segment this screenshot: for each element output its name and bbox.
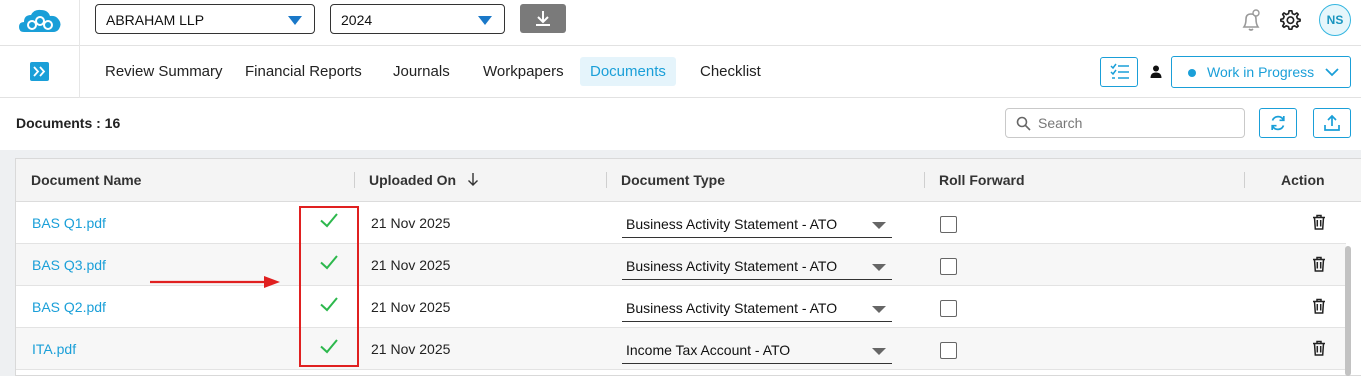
client-select[interactable]: ABRAHAM LLP (95, 4, 315, 34)
gear-icon[interactable] (1279, 9, 1301, 31)
caret-down-icon (872, 306, 886, 313)
roll-forward-checkbox[interactable] (940, 342, 957, 359)
expand-sidebar-button[interactable] (30, 62, 49, 81)
document-link[interactable]: BAS Q3.pdf (32, 257, 106, 273)
document-type-select[interactable]: Business Activity Statement - ATO (622, 294, 892, 322)
tab-checklist[interactable]: Checklist (690, 57, 771, 86)
trash-icon[interactable] (1312, 298, 1326, 314)
document-type-select[interactable]: Business Activity Statement - ATO (622, 252, 892, 280)
uploaded-date: 21 Nov 2025 (371, 215, 451, 231)
top-bar: ABRAHAM LLP 2024 NS (0, 0, 1361, 46)
document-type-value: Business Activity Statement - ATO (626, 216, 838, 232)
search-icon (1016, 116, 1031, 131)
annotation-highlight-box (299, 206, 359, 367)
table-scrollbar[interactable] (1345, 246, 1351, 376)
documents-table: Document Name Uploaded On Document Type … (15, 158, 1361, 376)
uploaded-date: 21 Nov 2025 (371, 299, 451, 315)
nav-toggle-cell (0, 46, 80, 98)
column-header-roll-forward[interactable]: Roll Forward (939, 172, 1025, 188)
trash-icon[interactable] (1312, 214, 1326, 230)
tab-journals[interactable]: Journals (383, 57, 460, 86)
status-dot-icon (1188, 69, 1196, 77)
documents-count: Documents : 16 (16, 115, 121, 131)
refresh-icon (1271, 115, 1285, 131)
year-select-value: 2024 (341, 12, 373, 28)
uploaded-date: 21 Nov 2025 (371, 257, 451, 273)
tab-documents[interactable]: Documents (580, 57, 676, 86)
tab-financial-reports[interactable]: Financial Reports (235, 57, 372, 86)
table-header: Document Name Uploaded On Document Type … (16, 159, 1361, 202)
column-header-document-type[interactable]: Document Type (621, 172, 725, 188)
sort-arrow-down-icon[interactable] (467, 172, 479, 187)
column-divider (606, 172, 607, 188)
column-header-action: Action (1281, 172, 1325, 188)
status-select-value: Work in Progress (1207, 64, 1315, 80)
caret-down-icon (872, 264, 886, 271)
checklist-button[interactable] (1100, 57, 1138, 87)
document-link[interactable]: BAS Q1.pdf (32, 215, 106, 231)
search-box (1005, 108, 1245, 138)
column-divider (1244, 172, 1245, 188)
trash-icon[interactable] (1312, 256, 1326, 272)
trash-icon[interactable] (1312, 340, 1326, 356)
client-select-value: ABRAHAM LLP (106, 12, 205, 28)
document-type-select[interactable]: Business Activity Statement - ATO (622, 210, 892, 238)
tab-review-summary[interactable]: Review Summary (95, 57, 233, 86)
tab-workpapers[interactable]: Workpapers (473, 57, 574, 86)
uploaded-date: 21 Nov 2025 (371, 341, 451, 357)
document-type-value: Business Activity Statement - ATO (626, 258, 838, 274)
cloud-logo-icon[interactable] (18, 8, 62, 36)
chevron-down-icon (1325, 68, 1339, 77)
document-type-select[interactable]: Income Tax Account - ATO (622, 336, 892, 364)
caret-down-icon (872, 348, 886, 355)
document-type-value: Income Tax Account - ATO (626, 342, 791, 358)
user-avatar[interactable]: NS (1319, 4, 1351, 36)
person-icon (1150, 65, 1162, 78)
roll-forward-checkbox[interactable] (940, 300, 957, 317)
table-row: BAS Q1.pdf 21 Nov 2025 Business Activity… (16, 202, 1346, 244)
bell-icon[interactable] (1240, 9, 1262, 33)
upload-button[interactable] (1313, 108, 1351, 138)
search-input[interactable] (1038, 113, 1238, 133)
roll-forward-checkbox[interactable] (940, 216, 957, 233)
status-select[interactable]: Work in Progress (1171, 56, 1351, 88)
checklist-icon (1110, 63, 1129, 79)
download-button[interactable] (520, 4, 566, 33)
refresh-button[interactable] (1259, 108, 1297, 138)
double-chevron-right-icon (33, 66, 46, 77)
caret-down-icon (478, 16, 492, 25)
document-type-value: Business Activity Statement - ATO (626, 300, 838, 316)
column-divider (354, 172, 355, 188)
roll-forward-checkbox[interactable] (940, 258, 957, 275)
year-select[interactable]: 2024 (330, 4, 505, 34)
upload-icon (1324, 114, 1340, 131)
caret-down-icon (288, 16, 302, 25)
caret-down-icon (872, 222, 886, 229)
column-header-uploaded-on[interactable]: Uploaded On (369, 172, 456, 188)
document-link[interactable]: ITA.pdf (32, 341, 76, 357)
nav-bar: Review Summary Financial Reports Journal… (0, 46, 1361, 98)
table-row: BAS Q2.pdf 21 Nov 2025 Business Activity… (16, 286, 1346, 328)
annotation-arrow-icon (150, 276, 280, 288)
logo-cell (0, 0, 80, 46)
table-row: ITA.pdf 21 Nov 2025 Income Tax Account -… (16, 328, 1346, 370)
download-icon (536, 11, 550, 26)
column-divider (924, 172, 925, 188)
document-link[interactable]: BAS Q2.pdf (32, 299, 106, 315)
column-header-document-name[interactable]: Document Name (31, 172, 141, 188)
